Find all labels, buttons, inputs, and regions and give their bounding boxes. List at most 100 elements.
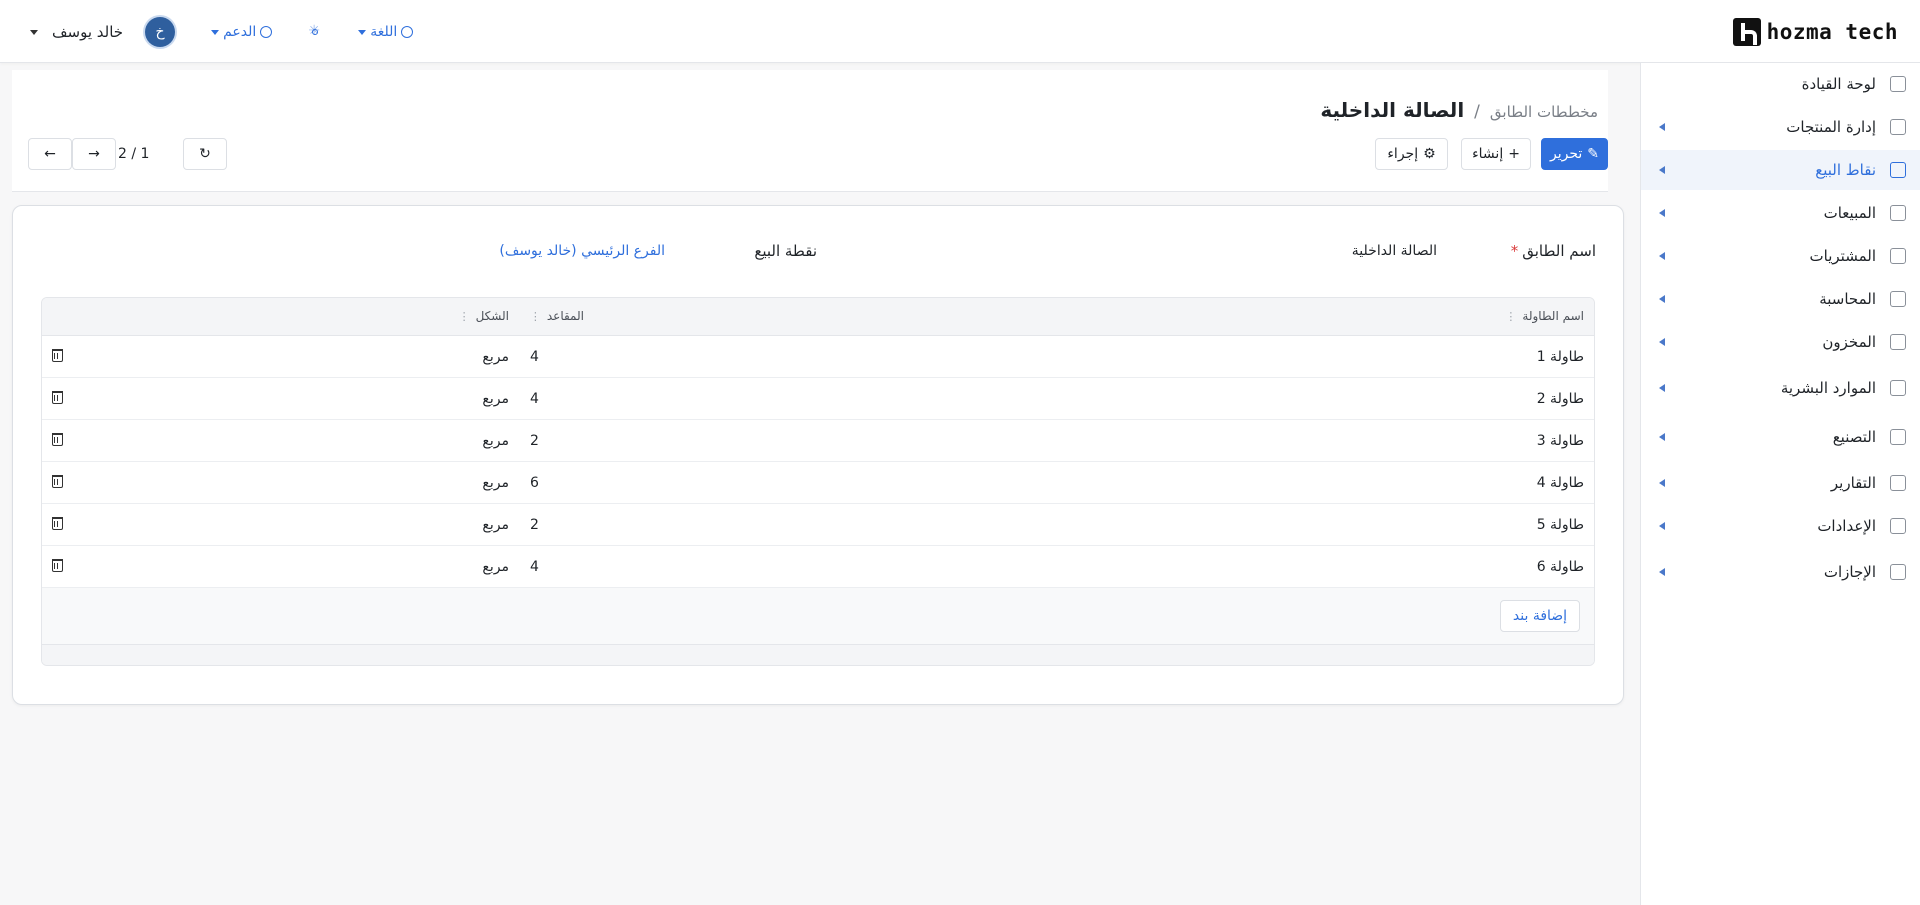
table-bottom-bar <box>42 645 1594 665</box>
page-title: الصالة الداخلية <box>1320 98 1465 122</box>
sidebar-item-dashboard[interactable]: لوحة القيادة <box>1641 64 1920 104</box>
table-row[interactable]: طاولة 1 4 مربع <box>42 336 1594 378</box>
top-bar-actions: خالد يوسف خ الدعم اللغة <box>30 17 414 47</box>
sidebar-item-label: المخزون <box>1822 333 1876 351</box>
sidebar-item-settings[interactable]: الإعدادات <box>1641 506 1920 546</box>
gear-icon <box>1890 518 1906 534</box>
required-marker: * <box>1510 242 1519 260</box>
plus-icon: + <box>1508 146 1520 162</box>
report-icon <box>1890 475 1906 491</box>
floor-name-label-text: اسم الطابق <box>1522 242 1596 260</box>
user-name[interactable]: خالد يوسف <box>52 23 123 41</box>
table-footer: إضافة بند <box>42 588 1594 645</box>
ledger-icon <box>1890 291 1906 307</box>
expand-arrow-icon <box>1659 338 1665 346</box>
pager-indicator: 2 / 1 <box>118 146 150 162</box>
create-label: إنشاء <box>1472 146 1504 162</box>
add-item-button[interactable]: إضافة بند <box>1500 600 1580 632</box>
chevron-down-icon <box>358 29 367 35</box>
theme-toggle[interactable] <box>308 23 322 39</box>
seats-cell: 4 <box>530 391 539 407</box>
floor-name-label: اسم الطابق* <box>1511 242 1596 260</box>
brand-name: hozma tech <box>1766 20 1898 44</box>
shape-cell: مربع <box>482 433 509 449</box>
shape-cell: مربع <box>482 517 509 533</box>
sidebar-item-label: الموارد البشرية <box>1780 379 1876 397</box>
gear-icon: ⚙ <box>1423 146 1436 162</box>
column-name-header[interactable]: اسم الطاولة ⋮ <box>1505 309 1584 323</box>
floor-plan-form: اسم الطابق* الصالة الداخلية نقطة البيع ا… <box>12 205 1624 705</box>
column-seats-header[interactable]: المقاعد ⋮ <box>530 309 584 323</box>
sidebar-item-leaves[interactable]: الإجازات <box>1641 552 1920 592</box>
table-row[interactable]: طاولة 5 2 مربع <box>42 504 1594 546</box>
floor-name-field[interactable]: الصالة الداخلية <box>1352 243 1437 259</box>
pos-link[interactable]: الفرع الرئيسي (خالد يوسف) <box>499 243 665 259</box>
refresh-button[interactable]: ↻ <box>183 138 227 170</box>
shape-cell: مربع <box>482 391 509 407</box>
sidebar-item-reports[interactable]: التقارير <box>1641 463 1920 503</box>
table-row[interactable]: طاولة 6 4 مربع <box>42 546 1594 588</box>
expand-arrow-icon <box>1659 479 1665 487</box>
trash-icon[interactable] <box>52 349 63 362</box>
sidebar-item-label: لوحة القيادة <box>1801 75 1876 93</box>
table-name-cell: طاولة 1 <box>1536 349 1584 365</box>
sidebar-item-purchases[interactable]: المشتريات <box>1641 236 1920 276</box>
seats-cell: 2 <box>530 517 539 533</box>
language-label: اللغة <box>370 24 398 40</box>
seats-cell: 6 <box>530 475 539 491</box>
trash-icon[interactable] <box>52 433 63 446</box>
column-shape-label: الشكل <box>475 309 509 323</box>
sidebar-item-inventory[interactable]: المخزون <box>1641 322 1920 362</box>
sidebar-item-label: نقاط البيع <box>1815 161 1876 179</box>
arrow-right-icon: → <box>88 146 100 162</box>
sidebar-item-hr[interactable]: الموارد البشرية <box>1641 368 1920 408</box>
trash-icon[interactable] <box>52 517 63 530</box>
brand-logo[interactable]: hozma tech <box>1732 18 1898 46</box>
sidebar-item-label: الإجازات <box>1823 563 1876 581</box>
language-menu[interactable]: اللغة <box>358 24 414 40</box>
support-label: الدعم <box>223 24 257 40</box>
user-menu-caret-icon[interactable] <box>30 29 38 35</box>
column-shape-header[interactable]: الشكل ⋮ <box>459 309 509 323</box>
table-row[interactable]: طاولة 3 2 مربع <box>42 420 1594 462</box>
action-button[interactable]: ⚙ إجراء <box>1375 138 1448 170</box>
shape-cell: مربع <box>482 349 509 365</box>
sidebar-item-sales[interactable]: المبيعات <box>1641 193 1920 233</box>
pencil-icon: ✎ <box>1587 146 1600 162</box>
expand-arrow-icon <box>1659 209 1665 217</box>
sidebar-item-products[interactable]: إدارة المنتجات <box>1641 107 1920 147</box>
table-row[interactable]: طاولة 4 6 مربع <box>42 462 1594 504</box>
table-name-cell: طاولة 6 <box>1536 559 1584 575</box>
table-row[interactable]: طاولة 2 4 مربع <box>42 378 1594 420</box>
edit-button[interactable]: ✎ تحرير <box>1541 138 1608 170</box>
trash-icon[interactable] <box>52 391 63 404</box>
expand-arrow-icon <box>1659 384 1665 392</box>
trash-icon[interactable] <box>52 559 63 572</box>
refresh-icon: ↻ <box>199 146 211 162</box>
table-name-cell: طاولة 5 <box>1536 517 1584 533</box>
page-header: مخططات الطابق / الصالة الداخلية <box>12 70 1608 192</box>
create-button[interactable]: + إنشاء <box>1461 138 1531 170</box>
avatar[interactable]: خ <box>145 17 176 47</box>
sidebar-item-accounting[interactable]: المحاسبة <box>1641 279 1920 319</box>
sidebar-item-label: التقارير <box>1830 474 1876 492</box>
sidebar-item-pos[interactable]: نقاط البيع <box>1641 150 1920 190</box>
sidebar-item-manufacturing[interactable]: التصنيع <box>1641 417 1920 457</box>
store-icon <box>1890 162 1906 178</box>
arrow-left-icon: ← <box>44 146 56 162</box>
breadcrumb-parent-link[interactable]: مخططات الطابق <box>1490 103 1598 121</box>
support-menu[interactable]: الدعم <box>211 24 273 40</box>
seats-cell: 2 <box>530 433 539 449</box>
box-icon <box>1890 334 1906 350</box>
previous-record-button[interactable]: ← <box>28 138 72 170</box>
trash-icon[interactable] <box>52 475 63 488</box>
seats-cell: 4 <box>530 559 539 575</box>
globe-icon <box>401 26 414 38</box>
help-icon <box>260 26 273 38</box>
logo-mark-icon <box>1732 18 1761 46</box>
sidebar-item-label: المحاسبة <box>1819 290 1876 308</box>
next-record-button[interactable]: → <box>72 138 116 170</box>
expand-arrow-icon <box>1659 166 1665 174</box>
expand-arrow-icon <box>1659 433 1665 441</box>
table-name-cell: طاولة 4 <box>1536 475 1584 491</box>
